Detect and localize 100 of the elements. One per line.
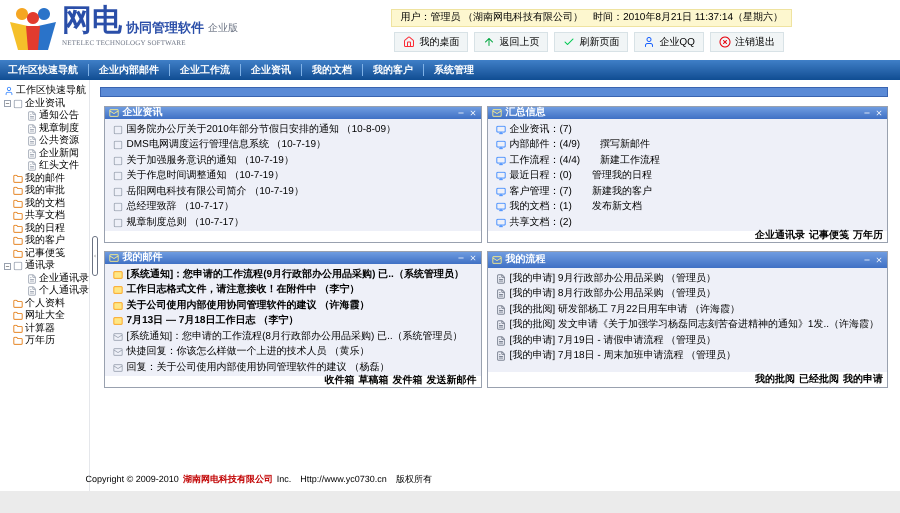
sidebar-item[interactable]: 通知公告 xyxy=(39,110,79,122)
sidebar-item[interactable]: 企业通讯录 xyxy=(39,272,89,285)
sidebar-item[interactable]: 红头文件 xyxy=(39,160,79,172)
footer-link[interactable]: 收件箱 xyxy=(324,376,355,386)
sidebar-item[interactable]: 我的客户 xyxy=(25,235,65,248)
sidebar-item[interactable]: 公共资源 xyxy=(39,135,79,148)
action-link[interactable]: 撰写新邮件 xyxy=(600,140,650,150)
list-link[interactable]: 岳阳网电科技有限公司简介 （10-7-19） xyxy=(126,186,304,197)
sidebar-item[interactable]: 个人通讯录 xyxy=(39,285,89,298)
action-link[interactable]: 新建我的客户 xyxy=(592,186,652,197)
sidebar-item[interactable]: 共享文档 xyxy=(25,210,65,222)
list-link[interactable]: 国务院办公厅关于2010年部分节假日安排的通知 （10-8-09） xyxy=(126,124,396,135)
footer-link[interactable]: 我的申请 xyxy=(843,374,883,384)
footer-link[interactable]: 草稿箱 xyxy=(358,376,389,386)
nav-item[interactable]: 工作区快速导航 xyxy=(8,62,78,78)
sidebar-item[interactable]: 记事便笺 xyxy=(25,248,65,260)
page-icon xyxy=(112,171,123,182)
footer-link[interactable]: 已经批阅 xyxy=(799,374,839,384)
close-icon[interactable] xyxy=(468,254,477,262)
sidebar-item[interactable]: 我的日程 xyxy=(25,222,65,235)
list-link[interactable]: 总经理致辞 （10-7-17） xyxy=(126,202,234,212)
footer-link[interactable]: 发件箱 xyxy=(392,376,423,386)
list-link[interactable]: DMS电网调度运行管理信息系统 （10-7-19） xyxy=(126,140,326,150)
sidebar-item[interactable]: 企业资讯 xyxy=(25,98,65,110)
person-icon xyxy=(643,36,656,48)
collapse-handle[interactable] xyxy=(92,236,98,276)
action-link[interactable]: 管理我的日程 xyxy=(592,171,652,182)
list-link[interactable]: 规章制度总则 （10-7-17） xyxy=(126,218,244,228)
sidebar-item[interactable]: 万年历 xyxy=(25,335,55,348)
footer-link[interactable]: 发送新邮件 xyxy=(426,376,477,386)
list-link[interactable]: [我的申请] 9月行政部办公用品采购 （管理员） xyxy=(510,274,716,284)
sidebar-item[interactable]: 我的邮件 xyxy=(25,172,65,185)
sidebar-item[interactable]: 我的审批 xyxy=(25,185,65,198)
list-link[interactable]: 关于作息时间调整通知 （10-7-19） xyxy=(126,171,284,182)
toolbar-button[interactable]: 返回上页 xyxy=(474,32,548,52)
sidebar-item[interactable]: 通讯录 xyxy=(25,260,55,272)
toolbar-button[interactable]: 注销退出 xyxy=(710,32,784,52)
list-link[interactable]: [我的申请] 8月行政部办公用品采购 （管理员） xyxy=(510,289,716,300)
unread-mail-icon xyxy=(112,285,123,296)
envelope-icon xyxy=(108,108,119,118)
list-link[interactable]: [我的申请] 7月19日 - 请假申请流程 （管理员） xyxy=(510,336,716,346)
footer-link[interactable]: 万年历 xyxy=(853,231,883,242)
sidebar-item[interactable]: 我的文档 xyxy=(25,198,65,210)
list-link[interactable]: 客户管理：(7) xyxy=(510,186,572,197)
list-link[interactable]: 回复：关于公司使用内部使用协同管理软件的建议 （杨磊） xyxy=(126,362,390,373)
nav-item[interactable]: 企业内部邮件 xyxy=(99,62,159,78)
list-link[interactable]: 快捷回复：你该怎么样做一个上进的技术人员 （黄乐） xyxy=(126,347,370,358)
list-link[interactable]: [我的批阅] 发文申请《关于加强学习杨磊同志刻苦奋进精神的通知》1发..（许海霞） xyxy=(510,320,879,330)
list-link[interactable]: [我的批阅] 研发部杨工 7月22日用车申请 （许海霞） xyxy=(510,304,740,315)
read-mail-icon xyxy=(112,332,123,342)
page-icon xyxy=(112,218,123,228)
collapse-icon[interactable] xyxy=(4,100,11,108)
sidebar-item[interactable]: 个人资料 xyxy=(25,298,65,310)
monitor-icon xyxy=(496,218,506,228)
toolbar-button[interactable]: 企业QQ xyxy=(634,32,704,52)
footer-link[interactable]: 企业通讯录 xyxy=(755,231,805,242)
read-mail-icon xyxy=(112,347,123,358)
unread-mail-icon xyxy=(112,270,123,280)
nav-item[interactable]: 系统管理 xyxy=(434,62,474,78)
action-link[interactable]: 发布新文档 xyxy=(592,202,642,212)
list-link[interactable]: 共享文档：(2) xyxy=(510,218,572,228)
monitor-icon xyxy=(496,140,506,150)
monitor-icon xyxy=(496,202,506,212)
nav-item[interactable]: 企业工作流 xyxy=(180,62,230,78)
list-link[interactable]: 关于加强服务意识的通知 （10-7-19） xyxy=(126,156,294,166)
list-link[interactable]: 我的文档：(1) xyxy=(510,202,572,212)
toolbar-button[interactable]: 刷新页面 xyxy=(554,32,628,52)
company-name: 湖南网电科技有限公司 xyxy=(182,472,273,486)
unread-mail-icon xyxy=(112,316,123,326)
sidebar-item[interactable]: 规章制度 xyxy=(39,122,79,135)
collapse-icon[interactable] xyxy=(4,262,11,270)
sidebar-item[interactable]: 网址大全 xyxy=(25,310,65,322)
list-link[interactable]: 内部邮件：(4/9) xyxy=(510,140,580,150)
list-link[interactable]: [系统通知]：您申请的工作流程(8月行政部办公用品采购) 已..（系统管理员） xyxy=(126,332,463,342)
close-icon[interactable] xyxy=(468,109,477,118)
list-link[interactable]: 7月13日 — 7月18日工作日志 （李宁） xyxy=(126,316,298,326)
footer-link[interactable]: 记事便笺 xyxy=(809,231,849,242)
sidebar-item[interactable]: 计算器 xyxy=(25,322,55,335)
close-icon[interactable] xyxy=(875,109,883,118)
page-icon xyxy=(112,186,123,197)
close-icon[interactable] xyxy=(875,256,883,264)
list-link[interactable]: 关于公司使用内部使用协同管理软件的建议 （许海霞） xyxy=(126,300,370,311)
list-link[interactable]: [系统通知]：您申请的工作流程(9月行政部办公用品采购) 已..（系统管理员） xyxy=(126,270,464,280)
nav-item[interactable]: 我的文档 xyxy=(312,62,352,78)
page-icon xyxy=(27,161,37,172)
sidebar-title[interactable]: 工作区快速导航 xyxy=(16,86,86,96)
sidebar-item[interactable]: 企业新闻 xyxy=(39,148,79,160)
footer-link[interactable]: 我的批阅 xyxy=(755,374,795,384)
page-icon xyxy=(27,286,37,296)
envelope-icon xyxy=(492,108,502,118)
nav-item[interactable]: 企业资讯 xyxy=(251,62,291,78)
list-link[interactable]: [我的申请] 7月18日 - 周末加班申请流程 （管理员） xyxy=(510,351,736,362)
list-link[interactable]: 最近日程：(0) xyxy=(510,171,572,182)
edition-label: 企业版 xyxy=(208,24,238,34)
toolbar-button[interactable]: 我的桌面 xyxy=(394,32,468,52)
list-link[interactable]: 工作日志格式文件，请注意接收！在附件中 （李宁） xyxy=(126,285,360,296)
list-link[interactable]: 企业资讯：(7) xyxy=(510,124,572,135)
list-link[interactable]: 工作流程：(4/4) xyxy=(510,156,580,166)
action-link[interactable]: 新建工作流程 xyxy=(600,156,660,166)
nav-item[interactable]: 我的客户 xyxy=(373,62,413,78)
